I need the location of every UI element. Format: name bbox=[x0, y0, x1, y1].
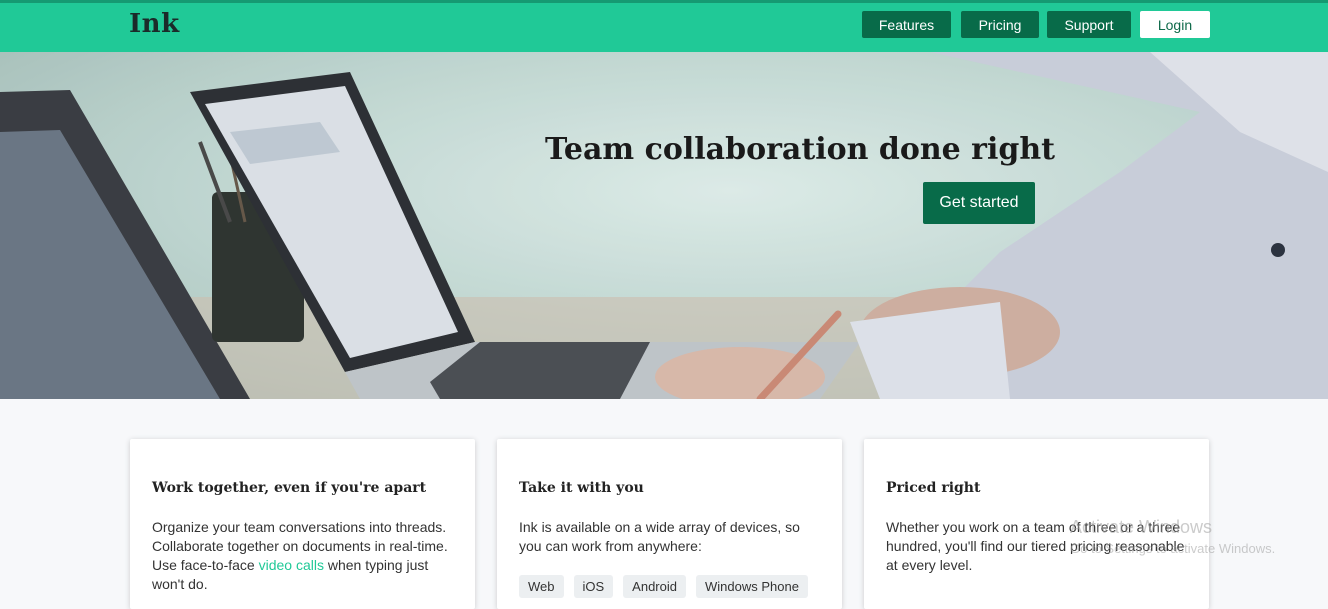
activate-windows-watermark: Activate Windows bbox=[1070, 517, 1213, 537]
hero-background-image bbox=[0, 52, 1328, 399]
tag-android: Android bbox=[623, 575, 686, 598]
hero-title: Team collaboration done right bbox=[545, 132, 1056, 167]
card-title: Take it with you bbox=[519, 480, 644, 496]
card-text: Organize your team conversations into th… bbox=[152, 519, 448, 592]
nav-features-button[interactable]: Features bbox=[862, 11, 951, 38]
platform-tags: Web iOS Android Windows Phone bbox=[519, 575, 808, 598]
tag-ios: iOS bbox=[573, 575, 614, 598]
card-text: Ink is available on a wide array of devi… bbox=[519, 519, 800, 554]
login-button[interactable]: Login bbox=[1140, 11, 1210, 38]
tag-windows-phone: Windows Phone bbox=[695, 575, 808, 598]
nav-support-button[interactable]: Support bbox=[1047, 11, 1131, 38]
logo[interactable]: Ink bbox=[129, 9, 180, 39]
feature-card-mobility: Take it with you Ink is available on a w… bbox=[497, 439, 842, 609]
nav-pricing-button[interactable]: Pricing bbox=[961, 11, 1039, 38]
hero-banner: Team collaboration done right Get starte… bbox=[0, 52, 1328, 399]
activate-windows-subtext: Go to Settings to activate Windows. bbox=[1070, 541, 1276, 556]
tag-web: Web bbox=[519, 575, 564, 598]
video-calls-link[interactable]: video calls bbox=[259, 557, 324, 573]
feature-card-collaboration: Work together, even if you're apart Orga… bbox=[130, 439, 475, 609]
get-started-button[interactable]: Get started bbox=[923, 182, 1035, 224]
top-navbar: Ink Features Pricing Support Login bbox=[0, 0, 1328, 52]
card-title: Work together, even if you're apart bbox=[152, 480, 427, 496]
card-title: Priced right bbox=[886, 480, 981, 496]
